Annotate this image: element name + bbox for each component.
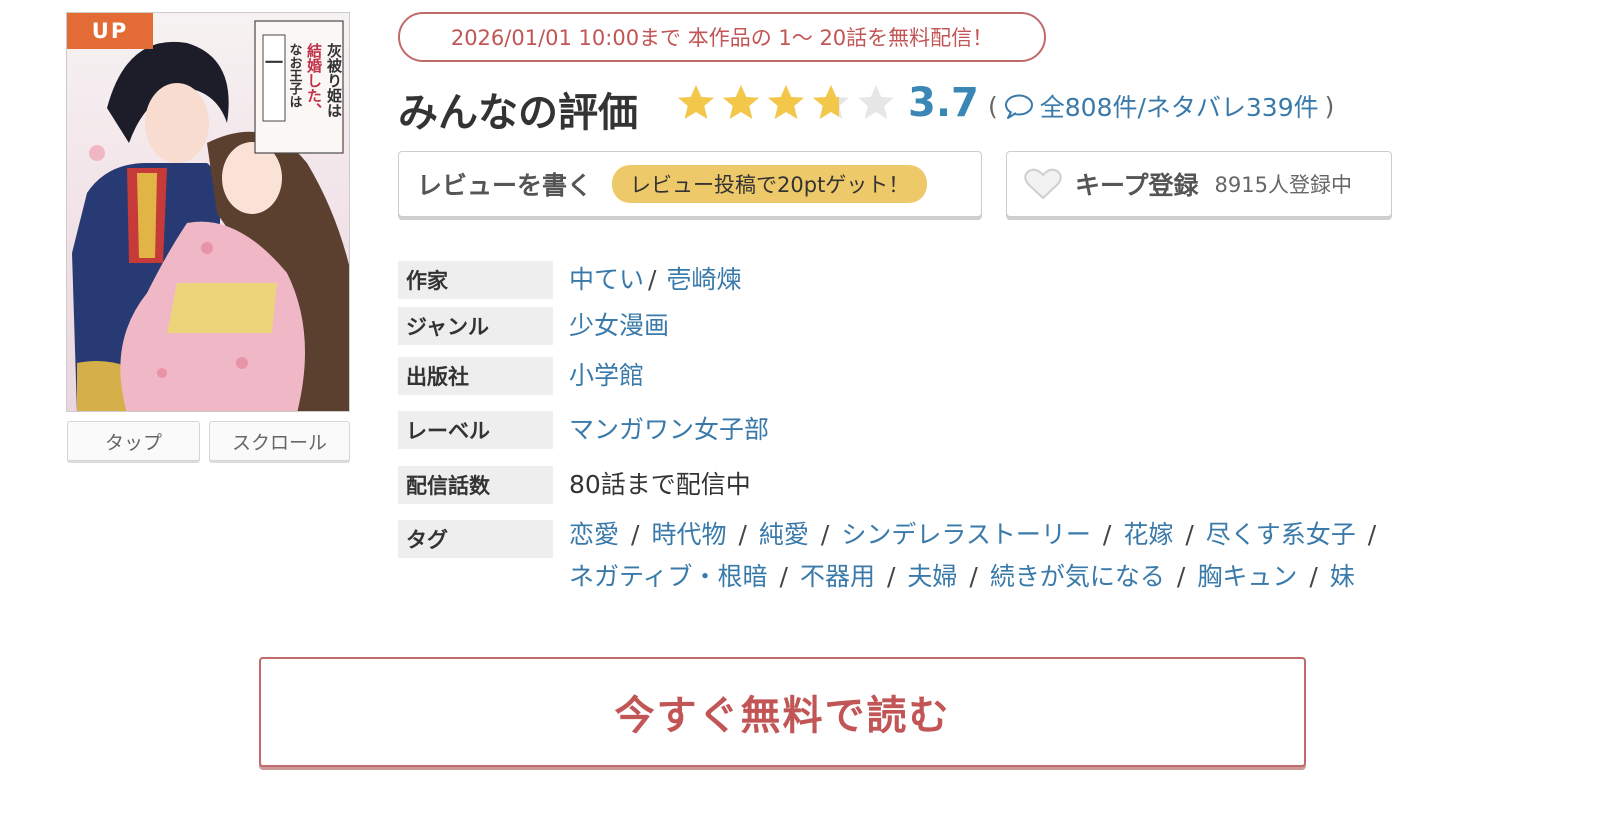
review-reward-badge: レビュー投稿で20ptゲット！	[612, 165, 928, 203]
tags-label: タグ	[398, 520, 553, 558]
star-icon	[858, 85, 894, 119]
tag-link[interactable]: 夫婦	[907, 562, 957, 591]
genre-label: ジャンル	[398, 307, 553, 345]
publisher-link[interactable]: 小学館	[569, 361, 644, 390]
episodes-label: 配信話数	[398, 466, 553, 504]
tag-separator: /	[820, 520, 830, 549]
up-badge: UP	[67, 13, 153, 49]
heart-icon	[1024, 168, 1062, 200]
review-count-text: 全808件/ネタバレ339件	[1039, 93, 1319, 122]
tag-link[interactable]: 恋愛	[569, 520, 619, 549]
info-row-imprint: レーベル マンガワン女子部	[398, 411, 769, 449]
write-review-button[interactable]: レビューを書く レビュー投稿で20ptゲット！	[398, 151, 982, 217]
author-link-2[interactable]: 壱崎煉	[666, 265, 741, 294]
keep-button[interactable]: キープ登録 8915人登録中	[1006, 151, 1392, 217]
tag-separator: /	[1185, 520, 1194, 549]
info-row-genre: ジャンル 少女漫画	[398, 307, 669, 345]
tag-separator: /	[886, 562, 896, 591]
svg-text:結婚した、: 結婚した、	[305, 42, 322, 118]
rating-score: 3.7	[908, 80, 979, 126]
tag-separator: /	[1367, 520, 1377, 549]
info-row-episodes: 配信話数 80話まで配信中	[398, 466, 751, 504]
tag-link[interactable]: 胸キュン	[1197, 562, 1297, 591]
tag-link[interactable]: 純愛	[759, 520, 809, 549]
episodes-value: 80話まで配信中	[569, 470, 751, 499]
cover-illustration: 灰被り姫は 結婚した、 なお王子は 一	[72, 20, 349, 411]
tag-separator: /	[969, 562, 978, 591]
info-row-author: 作家 中てい / 壱崎煉	[398, 261, 741, 299]
svg-text:なお王子は: なお王子は	[288, 43, 303, 108]
tag-list: 恋愛 / 時代物 / 純愛 / シンデレラストーリー / 花嫁 / 尽くす系女子 / ネガティブ・根暗 /…	[569, 514, 1489, 598]
write-review-label: レビューを書く	[417, 171, 593, 200]
read-free-now-button[interactable]: 今すぐ無料で読む	[259, 657, 1306, 767]
review-count-link[interactable]: ( 全808件/ネタバレ339件 )	[988, 88, 1334, 124]
tag-link[interactable]: ネガティブ・根暗	[569, 562, 768, 591]
star-rating	[676, 83, 896, 123]
tag-separator: /	[1309, 562, 1318, 591]
keep-count: 8915人登録中	[1214, 173, 1352, 197]
tag-link[interactable]: 時代物	[651, 520, 726, 549]
star-icon	[813, 85, 849, 119]
tag-link[interactable]: 不器用	[800, 562, 875, 591]
tag-separator: /	[1102, 520, 1112, 549]
star-icon	[768, 85, 804, 119]
tag-separator: /	[779, 562, 788, 591]
star-icon	[678, 85, 714, 119]
info-row-tags: タグ	[398, 520, 553, 558]
keep-label: キープ登録	[1075, 171, 1199, 200]
tag-separator: /	[631, 520, 640, 549]
author-value: 中てい / 壱崎煉	[569, 265, 742, 294]
tag-link[interactable]: 妹	[1330, 562, 1355, 591]
imprint-label: レーベル	[398, 411, 553, 449]
star-icon	[723, 85, 759, 119]
comic-cover[interactable]: UP 灰被り姫は 結婚した、 なお王子は 一	[66, 12, 350, 412]
author-label: 作家	[398, 261, 553, 299]
tag-separator: /	[738, 520, 747, 549]
speech-bubble-icon	[1004, 94, 1033, 119]
tag-separator: /	[1176, 562, 1186, 591]
genre-link[interactable]: 少女漫画	[569, 311, 669, 340]
scroll-view-button[interactable]: スクロール	[209, 421, 350, 461]
tap-view-button[interactable]: タップ	[67, 421, 200, 461]
tag-link[interactable]: 続きが気になる	[990, 562, 1165, 591]
cover-title-art: 灰被り姫は	[325, 42, 342, 118]
tag-link[interactable]: 花嫁	[1123, 520, 1173, 549]
imprint-link[interactable]: マンガワン女子部	[569, 415, 769, 444]
tag-link[interactable]: 尽くす系女子	[1206, 520, 1356, 549]
author-link-1[interactable]: 中てい	[569, 265, 644, 294]
info-row-publisher: 出版社 小学館	[398, 357, 644, 395]
publisher-label: 出版社	[398, 357, 553, 395]
tag-link[interactable]: シンデレラストーリー	[841, 520, 1091, 549]
svg-text:一: 一	[265, 53, 283, 73]
free-promo-banner: 2026/01/01 10:00まで 本作品の 1〜 20話を無料配信！	[398, 12, 1046, 62]
rating-title: みんなの評価	[398, 90, 638, 136]
